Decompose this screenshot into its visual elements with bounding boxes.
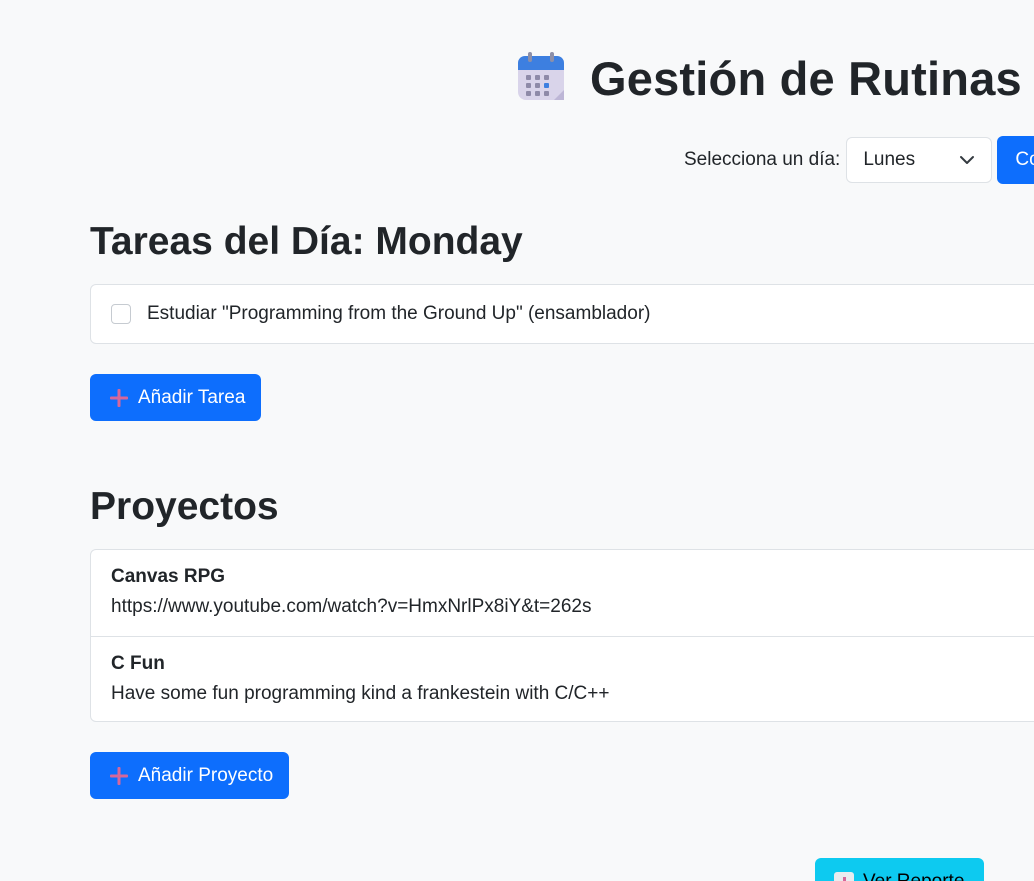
page-header: Gestión de Rutinas y Proyectos xyxy=(514,50,1034,106)
confirm-day-button[interactable]: Confirmar xyxy=(997,136,1034,184)
project-list: Canvas RPG https://www.youtube.com/watch… xyxy=(90,549,1034,722)
add-task-button[interactable]: Añadir Tarea xyxy=(90,374,262,421)
page-title: Gestión de Rutinas y Proyectos xyxy=(590,51,1034,105)
day-selector-row: Selecciona un día: Lunes Confirmar xyxy=(684,136,1034,184)
day-select-value: Lunes xyxy=(863,149,916,170)
app-page: Gestión de Rutinas y Proyectos Seleccion… xyxy=(0,0,1034,881)
tasks-heading: Tareas del Día: Monday xyxy=(90,220,523,263)
chevron-down-icon xyxy=(960,156,975,164)
add-project-label: Añadir Proyecto xyxy=(138,764,274,786)
view-report-label: Ver Reporte xyxy=(863,871,964,881)
calendar-icon xyxy=(518,52,564,100)
view-report-button[interactable]: Ver Reporte xyxy=(815,858,984,881)
bar-chart-icon xyxy=(834,872,854,881)
project-description: Have some fun programming kind a frankes… xyxy=(111,683,610,704)
projects-heading: Proyectos xyxy=(90,485,279,528)
project-description: https://www.youtube.com/watch?v=HmxNrlPx… xyxy=(111,596,592,617)
task-item: Estudiar "Programming from the Ground Up… xyxy=(91,285,1034,343)
task-label: Estudiar "Programming from the Ground Up… xyxy=(147,303,651,324)
plus-icon xyxy=(110,766,128,785)
project-name: Canvas RPG xyxy=(111,566,226,587)
project-item[interactable]: C Fun Have some fun programming kind a f… xyxy=(91,636,1034,722)
project-item[interactable]: Canvas RPG https://www.youtube.com/watch… xyxy=(91,550,1034,636)
day-select-label: Selecciona un día: xyxy=(684,149,841,170)
plus-icon xyxy=(110,388,128,407)
project-name: C Fun xyxy=(111,653,165,674)
add-task-label: Añadir Tarea xyxy=(138,386,246,408)
add-project-button[interactable]: Añadir Proyecto xyxy=(90,752,290,799)
task-list: Estudiar "Programming from the Ground Up… xyxy=(90,284,1034,344)
day-select[interactable]: Lunes xyxy=(846,137,993,183)
task-checkbox[interactable] xyxy=(111,304,131,324)
